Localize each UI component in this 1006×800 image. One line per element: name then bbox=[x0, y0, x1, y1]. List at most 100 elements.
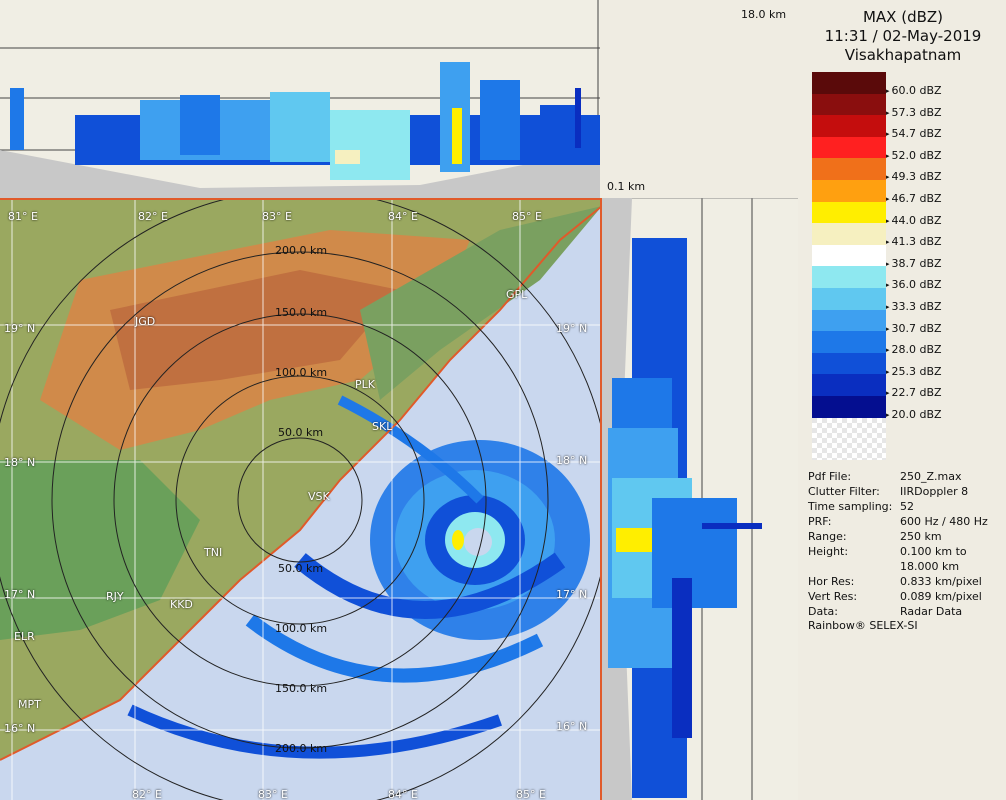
color-swatch bbox=[812, 223, 886, 245]
info-row: Range: 250 km bbox=[808, 529, 988, 544]
city-label: VSK bbox=[308, 490, 330, 503]
info-key: Vert Res: bbox=[808, 590, 858, 603]
color-scale-tick: 25.3 dBZ bbox=[886, 365, 942, 378]
city-label: JGD bbox=[135, 315, 156, 328]
info-key: Clutter Filter: bbox=[808, 485, 880, 498]
range-ring-label: 50.0 km bbox=[278, 426, 324, 439]
city-label: ELR bbox=[14, 630, 35, 643]
info-key: Height: bbox=[808, 545, 849, 558]
color-scale-tick: 33.3 dBZ bbox=[886, 300, 942, 313]
color-scale-tick: 49.3 dBZ bbox=[886, 170, 942, 183]
right-cross-section-svg bbox=[602, 198, 798, 800]
info-row: Vert Res: 0.089 km/pixel bbox=[808, 589, 988, 604]
city-label: PLK bbox=[355, 378, 375, 391]
info-value: 0.100 km to bbox=[900, 545, 967, 558]
range-ring-label: 100.0 km bbox=[275, 366, 328, 379]
info-value: 0.089 km/pixel bbox=[900, 590, 982, 603]
lon-label: 85° E bbox=[512, 210, 542, 223]
lon-label: 82° E bbox=[138, 210, 168, 223]
info-row: Hor Res: 0.833 km/pixel bbox=[808, 574, 988, 589]
legend-datetime: 11:31 / 02-May-2019 bbox=[824, 27, 982, 45]
legend-station: Visakhapatnam bbox=[844, 46, 962, 64]
lon-label-bottom: 83° E bbox=[258, 788, 288, 800]
lat-label-right: 18° N bbox=[556, 454, 588, 467]
top-cross-section bbox=[0, 0, 600, 198]
color-swatch bbox=[812, 352, 886, 375]
color-scale-tick: 57.3 dBZ bbox=[886, 106, 942, 119]
city-label: SKL bbox=[372, 420, 393, 433]
city-label: TNI bbox=[204, 546, 223, 559]
lon-label-bottom: 85° E bbox=[516, 788, 546, 800]
city-label: MPT bbox=[18, 698, 41, 711]
info-value: 250_Z.max bbox=[900, 470, 962, 483]
info-row: 18.000 km bbox=[808, 559, 988, 574]
color-scale-tick: 41.3 dBZ bbox=[886, 235, 942, 248]
info-row: PRF: 600 Hz / 480 Hz bbox=[808, 514, 988, 529]
lon-label: 83° E bbox=[262, 210, 292, 223]
info-key: Time sampling: bbox=[808, 500, 893, 513]
info-row: Pdf File: 250_Z.max bbox=[808, 469, 988, 484]
color-swatch bbox=[812, 158, 886, 180]
radar-map: 81° E 82° E 83° E 84° E 85° E 82° E 83° … bbox=[0, 198, 602, 800]
lat-label: 17° N bbox=[4, 588, 36, 601]
info-row: Height: 0.100 km to bbox=[808, 544, 988, 559]
radar-info: Pdf File: 250_Z.max Clutter Filter: IIRDopp… bbox=[808, 469, 988, 619]
color-swatch bbox=[812, 136, 886, 159]
top-cross-section-svg bbox=[0, 0, 600, 198]
lat-label-right: 16° N bbox=[556, 720, 588, 733]
lon-label-bottom: 82° E bbox=[132, 788, 162, 800]
height-bottom-label: 0.1 km bbox=[607, 180, 646, 193]
lat-label: 16° N bbox=[4, 722, 36, 735]
color-swatch bbox=[812, 309, 886, 332]
info-row: Data: Radar Data bbox=[808, 604, 988, 619]
range-ring-label: 50.0 km bbox=[278, 562, 324, 575]
info-key: Range: bbox=[808, 530, 847, 543]
color-scale-tick: 20.0 dBZ bbox=[886, 408, 942, 421]
info-key: Data: bbox=[808, 605, 838, 618]
city-label: RJY bbox=[106, 590, 124, 603]
info-key: Hor Res: bbox=[808, 575, 855, 588]
color-swatch bbox=[812, 266, 886, 288]
color-scale-tick: 38.7 dBZ bbox=[886, 257, 942, 270]
lat-label-right: 19° N bbox=[556, 322, 588, 335]
legend-title: MAX (dBZ) bbox=[862, 8, 944, 26]
color-swatch bbox=[812, 179, 886, 202]
info-value: IIRDoppler 8 bbox=[900, 485, 969, 498]
color-scale-tick: 60.0 dBZ bbox=[886, 84, 942, 97]
info-value: 0.833 km/pixel bbox=[900, 575, 982, 588]
lon-label: 81° E bbox=[8, 210, 38, 223]
color-swatch bbox=[812, 201, 886, 224]
legend-panel: MAX (dBZ) 11:31 / 02-May-2019 Visakhapat… bbox=[800, 0, 1006, 800]
range-ring-label: 150.0 km bbox=[275, 682, 328, 695]
color-swatch bbox=[812, 72, 886, 94]
info-value: Radar Data bbox=[900, 605, 963, 618]
info-row: Clutter Filter: IIRDoppler 8 bbox=[808, 484, 988, 499]
color-scale-tick: 44.0 dBZ bbox=[886, 214, 942, 227]
lat-label: 18° N bbox=[4, 456, 36, 469]
range-ring-label: 150.0 km bbox=[275, 306, 328, 319]
lon-label: 84° E bbox=[388, 210, 418, 223]
color-scale-tick: 52.0 dBZ bbox=[886, 149, 942, 162]
color-swatch bbox=[812, 287, 886, 310]
info-value: 600 Hz / 480 Hz bbox=[900, 515, 988, 528]
color-scale-tick: 36.0 dBZ bbox=[886, 278, 942, 291]
color-swatch bbox=[812, 331, 886, 353]
color-swatch bbox=[812, 395, 886, 418]
color-scale-tick: 46.7 dBZ bbox=[886, 192, 942, 205]
no-data-swatch bbox=[812, 418, 886, 460]
color-scale-tick: 28.0 dBZ bbox=[886, 343, 942, 356]
info-value: 52 bbox=[900, 500, 914, 513]
lat-label-right: 17° N bbox=[556, 588, 588, 601]
range-ring-label: 100.0 km bbox=[275, 622, 328, 635]
info-value: 250 km bbox=[900, 530, 942, 543]
city-label: GPL bbox=[506, 288, 528, 301]
lat-label: 19° N bbox=[4, 322, 36, 335]
color-swatch bbox=[812, 115, 886, 137]
range-ring-label: 200.0 km bbox=[275, 742, 328, 755]
color-scale-tick: 54.7 dBZ bbox=[886, 127, 942, 140]
color-scale-tick: 30.7 dBZ bbox=[886, 322, 942, 335]
color-swatch bbox=[812, 374, 886, 396]
info-value: 18.000 km bbox=[900, 560, 960, 573]
credit: Rainbow® SELEX-SI bbox=[808, 619, 918, 632]
color-scale-bar bbox=[812, 72, 886, 418]
